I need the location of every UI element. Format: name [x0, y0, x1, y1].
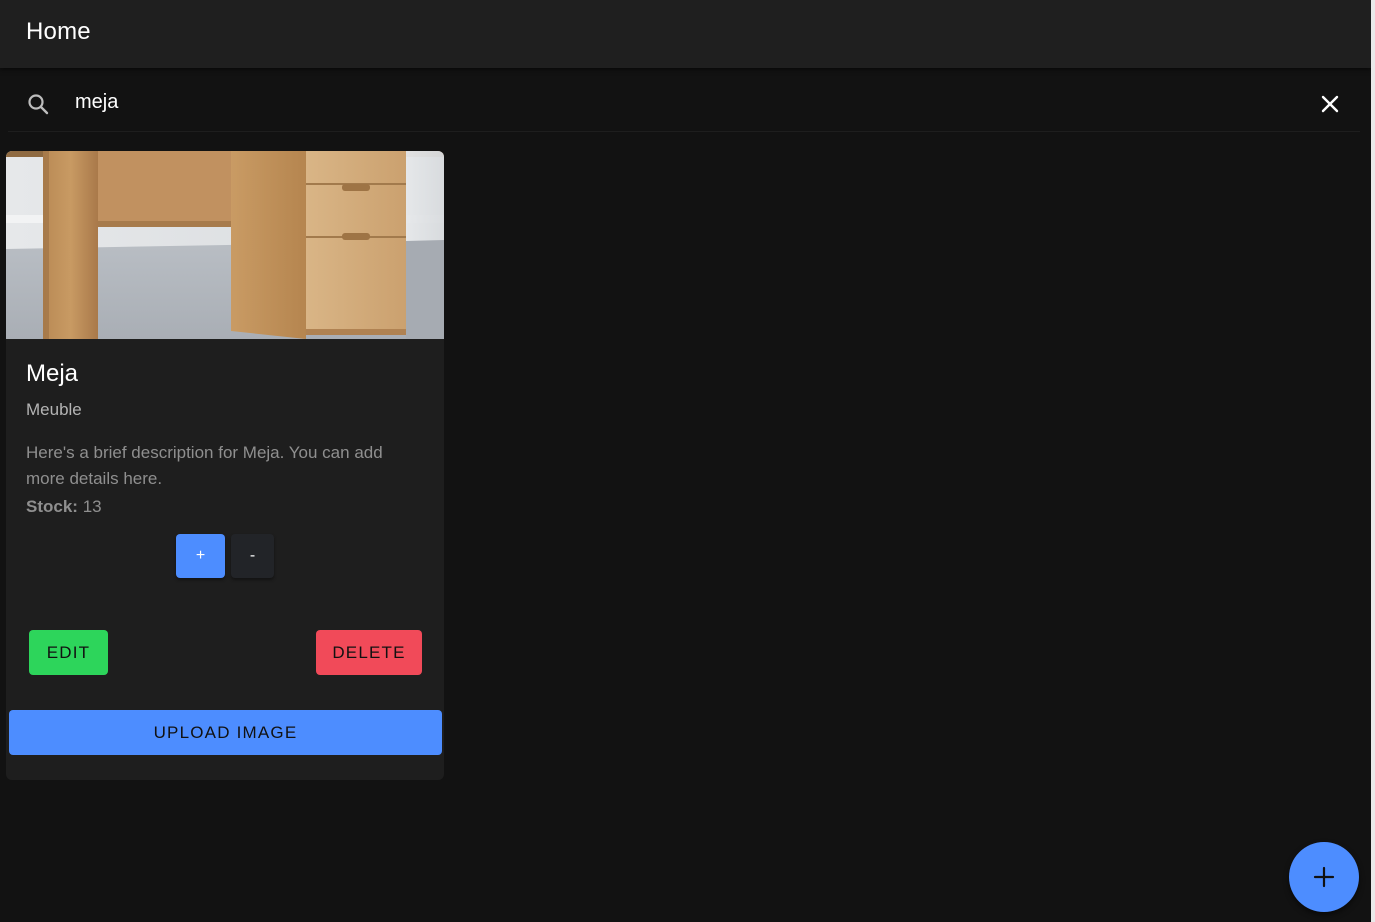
stock-label: Stock:	[26, 497, 78, 516]
stock-value: 13	[82, 497, 102, 516]
searchbar[interactable]: meja	[8, 76, 1360, 132]
decrement-stock-button[interactable]: -	[231, 534, 274, 578]
close-icon[interactable]	[1318, 92, 1342, 116]
product-title: Meja	[26, 360, 79, 387]
product-category: Meuble	[26, 400, 82, 419]
increment-stock-button[interactable]: +	[176, 534, 225, 578]
product-description: Here's a brief description for Meja. You…	[26, 443, 383, 488]
search-input[interactable]: meja	[75, 91, 118, 114]
upload-image-button[interactable]: UPLOAD IMAGE	[9, 710, 442, 755]
toolbar: Home	[0, 0, 1371, 68]
add-item-button[interactable]	[1289, 842, 1359, 912]
product-card: Meja Meuble Here's a brief description f…	[6, 151, 444, 780]
app-root: Home meja Meja Meuble Here's a brief des…	[0, 0, 1375, 922]
delete-button[interactable]: DELETE	[316, 630, 422, 675]
page-title: Home	[26, 18, 91, 45]
window-edge	[1371, 0, 1375, 922]
product-image	[6, 151, 444, 339]
stock-line: Stock: 13	[26, 497, 102, 517]
search-icon	[26, 92, 50, 116]
plus-icon	[1313, 866, 1335, 888]
edit-button[interactable]: EDIT	[29, 630, 108, 675]
